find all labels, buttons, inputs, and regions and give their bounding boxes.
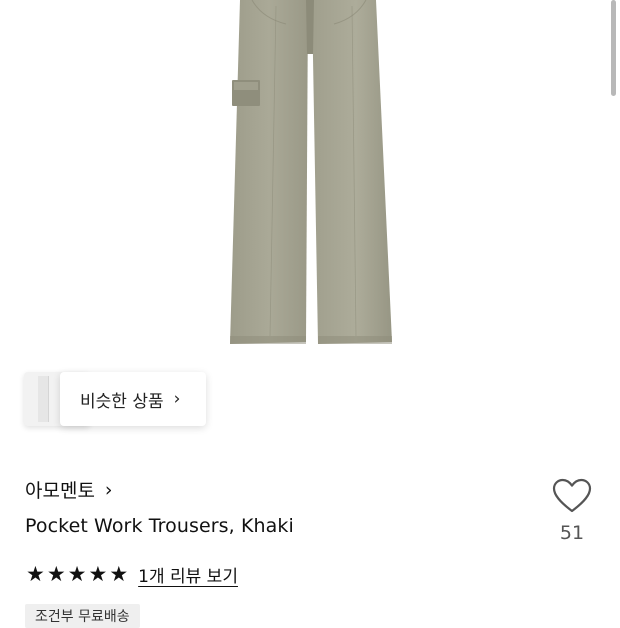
like-count: 51	[559, 522, 585, 544]
star-icon: ★	[88, 562, 108, 586]
star-icon: ★	[67, 562, 87, 586]
star-icon: ★	[109, 562, 129, 586]
star-icon: ★	[26, 562, 45, 586]
like-button[interactable]: 51	[546, 478, 598, 544]
star-icon: ★	[46, 562, 66, 586]
brand-name: 아모멘토	[25, 480, 95, 502]
trouser-right-leg	[312, 0, 392, 344]
shipping-badge: 조건부 무료배송	[25, 604, 140, 628]
similar-products-button[interactable]: 비슷한 상품 ›	[60, 372, 206, 426]
trousers-illustration	[230, 0, 392, 344]
brand-link[interactable]: 아모멘토 ›	[25, 476, 113, 503]
similar-products-widget[interactable]: 비슷한 상품 ›	[24, 372, 206, 426]
chevron-right-icon: ›	[173, 389, 181, 409]
similar-products-label: 비슷한 상품	[80, 391, 164, 412]
product-image[interactable]	[0, 0, 620, 360]
rating-row: ★ ★ ★ ★ ★ 1개 리뷰 보기	[26, 562, 238, 588]
product-name: Pocket Work Trousers, Khaki	[25, 515, 294, 537]
chevron-right-icon: ›	[104, 478, 113, 501]
review-link[interactable]: 1개 리뷰 보기	[138, 562, 238, 587]
star-rating: ★ ★ ★ ★ ★	[26, 564, 128, 585]
scrollbar[interactable]	[611, 0, 616, 96]
trouser-left-leg	[230, 0, 308, 344]
heart-icon	[552, 478, 592, 513]
